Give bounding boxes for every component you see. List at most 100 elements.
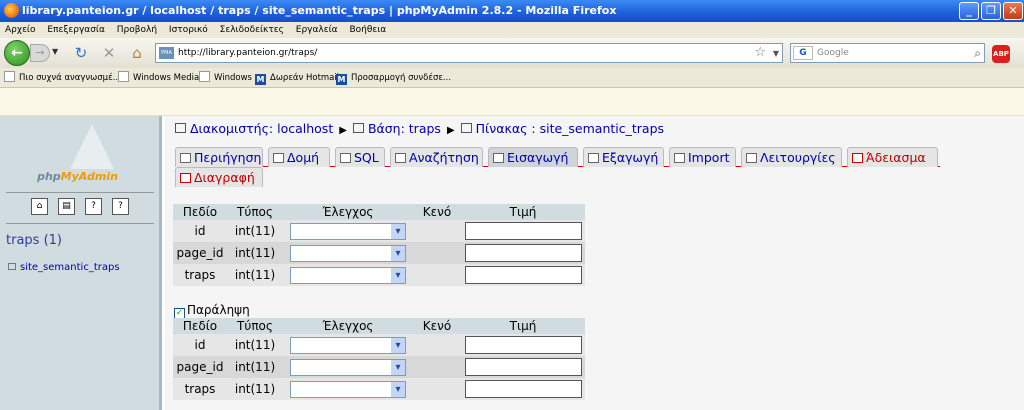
navigation-toolbar: ← → ▼ ↻ ✕ ⌂ PMA http://library.panteion.… [0, 38, 1024, 68]
close-button[interactable]: ✕ [1003, 2, 1023, 20]
adblock-icon[interactable]: ABP [992, 45, 1010, 63]
home-icon[interactable]: ⌂ [31, 198, 48, 215]
stop-icon[interactable]: ✕ [100, 44, 118, 62]
sql-query-icon[interactable]: ▤ [58, 198, 75, 215]
value-input[interactable] [464, 336, 582, 354]
minimize-button[interactable]: _ [959, 2, 979, 20]
trash-icon [852, 153, 863, 163]
msn-icon: M [336, 74, 347, 85]
value-input[interactable] [464, 380, 582, 398]
menu-file[interactable]: Αρχείο [5, 25, 36, 35]
tab-sql[interactable]: SQL [335, 147, 385, 167]
bookmark-customize[interactable]: M Προσαρμογή συνδέσε... [336, 68, 451, 88]
url-text: http://library.panteion.gr/traps/ [178, 48, 318, 58]
table-icon [460, 123, 472, 133]
site-favicon-icon: PMA [159, 47, 174, 59]
phpmyadmin-logo[interactable]: phpMyAdmin [0, 116, 155, 191]
tab-browse[interactable]: Περιήγηση [175, 147, 263, 167]
tab-bar: Περιήγηση Δομή SQL Αναζήτηση Εισαγωγή Εξ… [175, 147, 940, 187]
bookmark-most-visited[interactable]: Πιο συχνά αναγνωσμέ... [4, 68, 121, 88]
forward-button[interactable]: → [30, 44, 50, 62]
tab-export[interactable]: Εξαγωγή [583, 147, 664, 167]
firefox-icon [4, 3, 19, 18]
table-header-row: Πεδίο Τύπος Έλεγχος Κενό Τιμή [173, 204, 585, 220]
page-icon [199, 71, 210, 82]
ignore-checkbox-row[interactable]: ✓ Παράληψη [174, 303, 250, 319]
function-select[interactable] [290, 244, 406, 262]
reload-icon[interactable]: ↻ [72, 44, 90, 62]
table-row: page_id int(11) [173, 356, 585, 378]
msn-icon: M [255, 74, 266, 85]
divider [6, 223, 154, 224]
ignore-label: Παράληψη [187, 303, 250, 317]
breadcrumb: Διακομιστής: localhost ▶ Βάση: traps ▶ Πίνακ… [175, 121, 664, 136]
tab-empty[interactable]: Άδειασμα [847, 147, 938, 167]
delete-icon [180, 173, 191, 183]
bookmark-windows[interactable]: Windows [199, 68, 252, 88]
search-icon [395, 153, 406, 163]
function-select[interactable] [290, 222, 406, 240]
table-row: traps int(11) [173, 264, 585, 286]
tab-import[interactable]: Import [669, 147, 736, 167]
function-select[interactable] [290, 358, 406, 376]
tab-operations[interactable]: Λειτουργίες [741, 147, 842, 167]
tab-structure[interactable]: Δομή [268, 147, 330, 167]
chevron-right-icon: ▶ [446, 125, 455, 136]
home-icon[interactable]: ⌂ [128, 44, 146, 62]
function-select[interactable] [290, 380, 406, 398]
bookmark-star-icon[interactable]: ☆ [754, 44, 766, 62]
function-select[interactable] [290, 266, 406, 284]
bookmark-hotmail[interactable]: M Δωρεάν Hotmail [255, 68, 339, 88]
database-icon [352, 123, 364, 133]
sailboat-icon [70, 124, 114, 169]
server-icon [175, 123, 186, 133]
left-sidebar: phpMyAdmin ⌂ ▤?? traps (1) site_semantic_… [0, 116, 162, 410]
maximize-button[interactable]: ❐ [981, 2, 1001, 20]
structure-icon [273, 153, 284, 163]
history-dropdown-icon[interactable]: ▼ [52, 47, 58, 56]
search-input[interactable]: G Google ⌕ [790, 43, 985, 63]
database-link[interactable]: traps (1) [6, 233, 62, 248]
breadcrumb-table[interactable]: Πίνακας : site_semantic_traps [476, 121, 664, 136]
menu-view[interactable]: Προβολή [117, 25, 157, 35]
value-input[interactable] [464, 222, 582, 240]
divider [6, 192, 154, 193]
table-row: traps int(11) [173, 378, 585, 400]
window-title: library.panteion.gr / localhost / traps … [22, 4, 617, 17]
back-button[interactable]: ← [4, 40, 30, 66]
folder-icon [4, 71, 15, 82]
main-content: Διακομιστής: localhost ▶ Βάση: traps ▶ Πίνακ… [165, 116, 1024, 410]
bookmark-windows-media[interactable]: Windows Media [118, 68, 199, 88]
sidebar-table-item[interactable]: site_semantic_traps [8, 262, 120, 273]
search-placeholder: Google [817, 48, 849, 58]
table-row: id int(11) [173, 334, 585, 356]
table-header-row: Πεδίο Τύπος Έλεγχος Κενό Τιμή [173, 318, 585, 334]
search-icon[interactable]: ⌕ [974, 44, 981, 62]
menu-edit[interactable]: Επεξεργασία [47, 25, 105, 35]
page-icon [118, 71, 129, 82]
menu-history[interactable]: Ιστορικό [169, 25, 208, 35]
url-bar[interactable]: PMA http://library.panteion.gr/traps/ ☆ … [155, 43, 783, 63]
tab-insert[interactable]: Εισαγωγή [488, 147, 578, 167]
menu-help[interactable]: Βοήθεια [349, 25, 386, 35]
export-icon [588, 153, 599, 163]
value-input[interactable] [464, 244, 582, 262]
menu-tools[interactable]: Εργαλεία [296, 25, 338, 35]
value-input[interactable] [464, 358, 582, 376]
docs-icon[interactable]: ? [85, 198, 102, 215]
table-row: page_id int(11) [173, 242, 585, 264]
table-icon [8, 263, 16, 270]
breadcrumb-db[interactable]: Βάση: traps [368, 121, 441, 136]
search-engine-icon[interactable]: G [793, 46, 813, 60]
value-input[interactable] [464, 266, 582, 284]
browse-icon [180, 153, 191, 163]
menu-bookmarks[interactable]: Σελιδοδείκτες [220, 25, 284, 35]
sidebar-icon-row: ⌂ ▤?? [31, 198, 139, 218]
breadcrumb-server[interactable]: Διακομιστής: localhost [190, 121, 333, 136]
function-select[interactable] [290, 336, 406, 354]
help-icon[interactable]: ? [112, 198, 129, 215]
url-dropdown-icon[interactable]: ▼ [773, 45, 779, 63]
tab-search[interactable]: Αναζήτηση [390, 147, 483, 167]
tab-drop[interactable]: Διαγραφή [175, 167, 263, 187]
window-titlebar: library.panteion.gr / localhost / traps … [0, 0, 1024, 22]
